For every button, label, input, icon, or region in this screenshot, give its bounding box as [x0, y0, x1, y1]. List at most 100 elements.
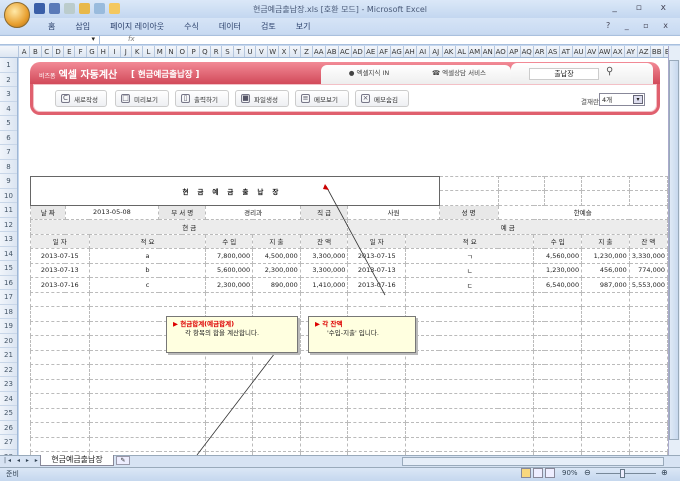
- column-header[interactable]: AE: [365, 46, 378, 57]
- column-header[interactable]: AA: [313, 46, 326, 57]
- row-header[interactable]: 17: [0, 290, 17, 305]
- column-header[interactable]: AX: [612, 46, 625, 57]
- tab-data[interactable]: 데이터: [209, 18, 251, 34]
- column-header[interactable]: BB: [651, 46, 664, 57]
- column-header[interactable]: U: [245, 46, 257, 57]
- window-controls[interactable]: _ ▫ x: [612, 3, 674, 13]
- column-header[interactable]: AS: [547, 46, 560, 57]
- fx-icon[interactable]: fx: [104, 35, 142, 45]
- column-header[interactable]: AW: [599, 46, 612, 57]
- tab-page-layout[interactable]: 페이지 레이아웃: [100, 18, 174, 34]
- column-header[interactable]: AR: [534, 46, 547, 57]
- column-header[interactable]: Q: [200, 46, 212, 57]
- column-header[interactable]: AZ: [638, 46, 651, 57]
- row-header[interactable]: 8: [0, 160, 17, 174]
- insert-sheet-icon[interactable]: ✎: [116, 456, 130, 465]
- row-header[interactable]: 24: [0, 392, 17, 406]
- column-header[interactable]: AH: [404, 46, 417, 57]
- horizontal-scrollbar[interactable]: [402, 457, 664, 466]
- worksheet[interactable]: 비즈폼 엑셀 자동계산 [ 현금예금출납장 ] ● 엑셀지식 IN ☎ 엑셀상담 …: [19, 58, 668, 455]
- column-header[interactable]: A: [19, 46, 31, 57]
- column-header[interactable]: AV: [586, 46, 599, 57]
- row-header[interactable]: 1: [0, 58, 17, 73]
- column-header[interactable]: AN: [482, 46, 495, 57]
- column-header[interactable]: R: [211, 46, 223, 57]
- column-header[interactable]: T: [234, 46, 245, 57]
- column-header[interactable]: O: [177, 46, 189, 57]
- row-header[interactable]: 22: [0, 363, 17, 377]
- page-break-view-icon[interactable]: [545, 468, 555, 478]
- row-header[interactable]: 14: [0, 247, 17, 261]
- formula-input[interactable]: [0, 35, 680, 45]
- column-header[interactable]: M: [155, 46, 166, 57]
- column-header[interactable]: AJ: [430, 46, 443, 57]
- column-header[interactable]: AM: [469, 46, 482, 57]
- zoom-slider[interactable]: [596, 473, 656, 474]
- column-header[interactable]: AO: [495, 46, 508, 57]
- column-header[interactable]: AQ: [521, 46, 534, 57]
- row-header[interactable]: 16: [0, 276, 17, 290]
- row-header[interactable]: 4: [0, 102, 17, 116]
- column-header[interactable]: G: [87, 46, 99, 57]
- column-header[interactable]: F: [75, 46, 87, 57]
- zoom-out-icon[interactable]: ⊖: [584, 468, 591, 477]
- column-header[interactable]: E: [64, 46, 76, 57]
- row-header[interactable]: 12: [0, 218, 17, 232]
- column-header[interactable]: X: [279, 46, 291, 57]
- select-all-corner[interactable]: [0, 46, 19, 57]
- column-header[interactable]: C: [42, 46, 53, 57]
- row-header[interactable]: 15: [0, 261, 17, 276]
- row-header[interactable]: 9: [0, 174, 17, 189]
- column-header[interactable]: Y: [290, 46, 302, 57]
- tab-insert[interactable]: 삽입: [65, 18, 100, 34]
- row-header[interactable]: 3: [0, 87, 17, 102]
- sheet-tab-active[interactable]: 현금예금출납장: [40, 455, 114, 466]
- column-header[interactable]: AB: [326, 46, 339, 57]
- column-header[interactable]: S: [222, 46, 234, 57]
- row-header[interactable]: 2: [0, 73, 17, 87]
- row-header[interactable]: 19: [0, 319, 17, 334]
- zoom-slider-thumb[interactable]: [620, 469, 625, 478]
- column-header[interactable]: AF: [378, 46, 391, 57]
- column-header[interactable]: AI: [417, 46, 430, 57]
- column-header[interactable]: L: [143, 46, 155, 57]
- zoom-level[interactable]: 90%: [562, 469, 578, 477]
- tab-view[interactable]: 보기: [286, 18, 321, 34]
- normal-view-icon[interactable]: [521, 468, 531, 478]
- zoom-in-icon[interactable]: ⊕: [661, 468, 668, 477]
- column-header[interactable]: D: [53, 46, 65, 57]
- column-header[interactable]: P: [188, 46, 200, 57]
- column-header[interactable]: V: [256, 46, 268, 57]
- column-header[interactable]: AC: [339, 46, 352, 57]
- row-header[interactable]: 20: [0, 334, 17, 348]
- office-button[interactable]: [4, 2, 30, 28]
- row-header[interactable]: 27: [0, 435, 17, 450]
- column-header[interactable]: AL: [456, 46, 469, 57]
- column-header[interactable]: AP: [508, 46, 521, 57]
- row-header[interactable]: 6: [0, 131, 17, 145]
- ribbon-controls[interactable]: ? _ ▫ x: [606, 21, 674, 30]
- row-header[interactable]: 11: [0, 203, 17, 218]
- name-box[interactable]: ▾: [0, 35, 100, 45]
- column-header[interactable]: AG: [391, 46, 404, 57]
- column-header[interactable]: AK: [443, 46, 456, 57]
- column-header[interactable]: AU: [573, 46, 586, 57]
- column-header[interactable]: H: [98, 46, 110, 57]
- column-header[interactable]: J: [121, 46, 132, 57]
- tab-formulas[interactable]: 수식: [174, 18, 209, 34]
- row-header[interactable]: 18: [0, 305, 17, 319]
- sheet-nav-arrows[interactable]: |◂ ◂ ▸ ▸|: [4, 457, 44, 464]
- row-header[interactable]: 21: [0, 348, 17, 363]
- row-header[interactable]: 7: [0, 145, 17, 160]
- row-header[interactable]: 13: [0, 232, 17, 247]
- vertical-scroll-thumb[interactable]: [669, 60, 679, 440]
- row-header[interactable]: 26: [0, 421, 17, 435]
- column-header[interactable]: W: [268, 46, 279, 57]
- row-header[interactable]: 5: [0, 116, 17, 131]
- row-header[interactable]: 10: [0, 189, 17, 203]
- column-header[interactable]: I: [109, 46, 121, 57]
- column-header[interactable]: AD: [352, 46, 365, 57]
- tab-home[interactable]: 홈: [38, 18, 65, 34]
- column-header[interactable]: AY: [625, 46, 638, 57]
- column-header[interactable]: N: [166, 46, 178, 57]
